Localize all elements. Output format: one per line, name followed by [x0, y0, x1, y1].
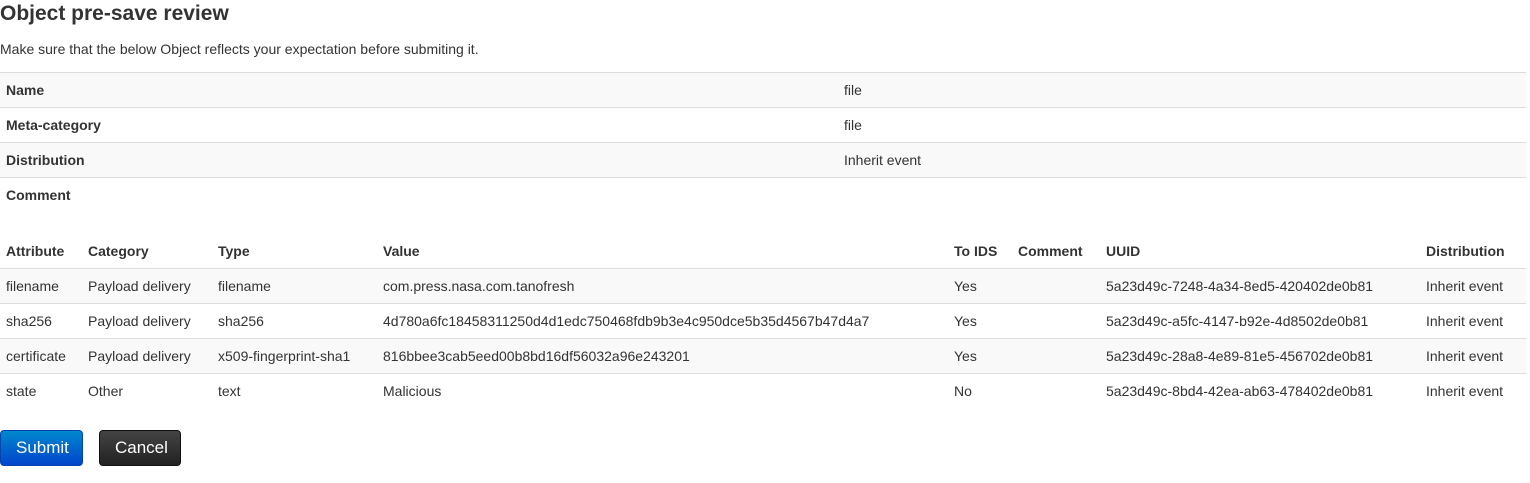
object-value: Inherit event: [838, 142, 1526, 178]
object-key: Name: [0, 72, 838, 108]
cell-value: com.press.nasa.com.tanofresh: [377, 268, 948, 304]
column-header-attribute: Attribute: [6, 243, 65, 259]
object-row-distribution: Distribution Inherit event: [0, 142, 1526, 178]
cell-uuid: 5a23d49c-8bd4-42ea-ab63-478402de0b81: [1100, 373, 1420, 408]
column-header-distribution: Distribution: [1426, 243, 1505, 259]
cell-uuid: 5a23d49c-a5fc-4147-b92e-4d8502de0b81: [1100, 303, 1420, 339]
cell-comment: [1012, 338, 1100, 374]
submit-button[interactable]: Submit: [0, 430, 83, 466]
cell-type: x509-fingerprint-sha1: [212, 338, 377, 374]
cell-comment: [1012, 303, 1100, 339]
cell-category: Other: [82, 373, 212, 408]
cell-distribution: Inherit event: [1420, 303, 1526, 339]
column-header-to-ids: To IDS: [954, 243, 998, 259]
object-row-name: Name file: [0, 72, 1526, 108]
attributes-header-row: Attribute Category Type Value To IDS Com…: [0, 234, 1526, 269]
cell-attribute: certificate: [0, 338, 82, 374]
attributes-table: Attribute Category Type Value To IDS Com…: [0, 234, 1526, 408]
intro-text: Make sure that the below Object reflects…: [0, 41, 479, 57]
cell-to-ids: Yes: [948, 338, 1012, 374]
cell-type: text: [212, 373, 377, 408]
object-summary-table: Name file Meta-category file Distributio…: [0, 72, 1526, 212]
cell-category: Payload delivery: [82, 268, 212, 304]
cell-comment: [1012, 373, 1100, 408]
cell-distribution: Inherit event: [1420, 373, 1526, 408]
column-header-value: Value: [383, 243, 420, 259]
cell-type: filename: [212, 268, 377, 304]
cancel-button[interactable]: Cancel: [99, 430, 181, 466]
column-header-comment: Comment: [1018, 243, 1083, 259]
cell-value: Malicious: [377, 373, 948, 408]
object-key: Meta-category: [0, 107, 838, 143]
object-value: [838, 177, 1526, 212]
cell-attribute: filename: [0, 268, 82, 304]
object-row-comment: Comment: [0, 177, 1526, 212]
object-value: file: [838, 72, 1526, 108]
table-row: state Other text Malicious No 5a23d49c-8…: [0, 373, 1526, 408]
object-key: Comment: [0, 177, 838, 212]
table-row: sha256 Payload delivery sha256 4d780a6fc…: [0, 303, 1526, 339]
object-value: file: [838, 107, 1526, 143]
table-row: certificate Payload delivery x509-finger…: [0, 338, 1526, 374]
cell-distribution: Inherit event: [1420, 268, 1526, 304]
cell-uuid: 5a23d49c-7248-4a34-8ed5-420402de0b81: [1100, 268, 1420, 304]
cell-value: 4d780a6fc18458311250d4d1edc750468fdb9b3e…: [377, 303, 948, 339]
cell-value: 816bbee3cab5eed00b8bd16df56032a96e243201: [377, 338, 948, 374]
page-title: Object pre-save review: [0, 2, 229, 25]
cell-attribute: sha256: [0, 303, 82, 339]
cell-comment: [1012, 268, 1100, 304]
cell-category: Payload delivery: [82, 338, 212, 374]
column-header-type: Type: [218, 243, 250, 259]
cell-category: Payload delivery: [82, 303, 212, 339]
cell-distribution: Inherit event: [1420, 338, 1526, 374]
object-row-meta-category: Meta-category file: [0, 107, 1526, 143]
cell-attribute: state: [0, 373, 82, 408]
cell-to-ids: Yes: [948, 268, 1012, 304]
cell-type: sha256: [212, 303, 377, 339]
object-key: Distribution: [0, 142, 838, 178]
cell-uuid: 5a23d49c-28a8-4e89-81e5-456702de0b81: [1100, 338, 1420, 374]
cell-to-ids: Yes: [948, 303, 1012, 339]
table-row: filename Payload delivery filename com.p…: [0, 268, 1526, 304]
column-header-uuid: UUID: [1106, 243, 1141, 259]
column-header-category: Category: [88, 243, 149, 259]
cell-to-ids: No: [948, 373, 1012, 408]
